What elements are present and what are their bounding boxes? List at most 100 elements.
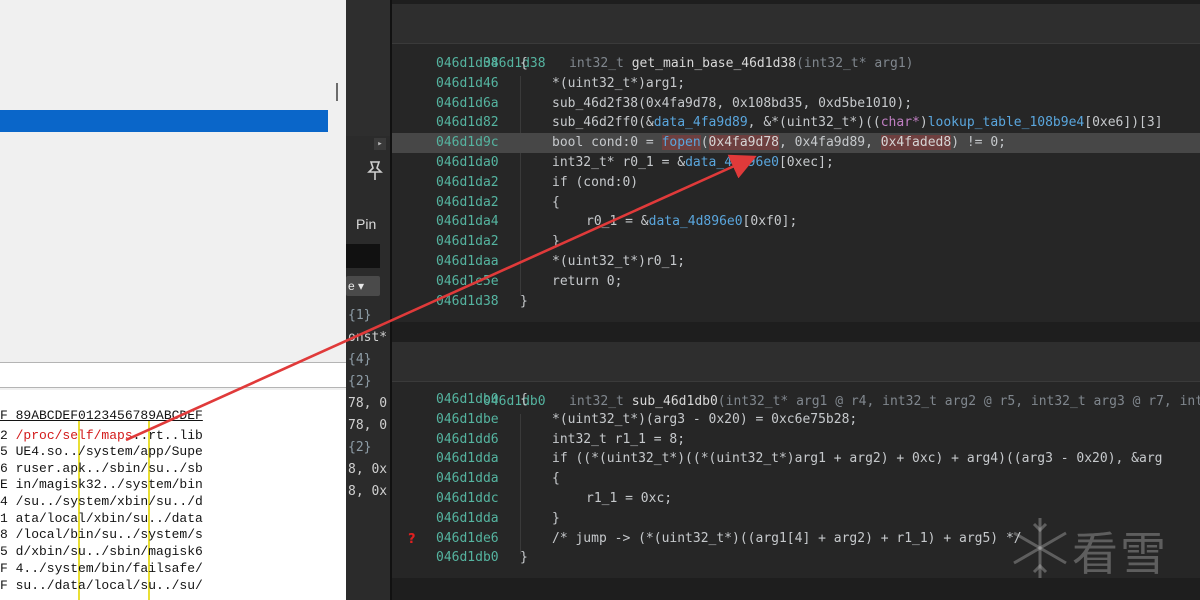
line-address[interactable]: 046d1d38 — [436, 54, 499, 74]
code-line[interactable]: 046d1dbe *(uint32_t*)(arg3 - 0x20) = 0xc6… — [392, 410, 1200, 430]
line-code[interactable]: *(uint32_t*)(arg3 - 0x20) = 0xc6e75b28; — [552, 410, 857, 430]
line-address[interactable]: 046d1d38 — [436, 292, 499, 312]
code-line[interactable]: 046d1d38} — [392, 292, 1200, 312]
line-address[interactable]: 046d1dda — [436, 449, 499, 469]
line-address[interactable]: 046d1ddc — [436, 489, 499, 509]
line-address[interactable]: 046d1da2 — [436, 193, 499, 213]
line-address[interactable]: 046d1da2 — [436, 173, 499, 193]
middle-code-fragment: {2} — [348, 440, 372, 455]
hex-row[interactable]: 2 /proc/self/maps..rt..lib — [0, 428, 346, 444]
middle-strip: ▸ — [346, 0, 390, 600]
line-code[interactable]: { — [520, 54, 528, 74]
line-address[interactable]: 046d1d46 — [436, 74, 499, 94]
hex-row[interactable]: F su../data/local/su../su/ — [0, 578, 346, 594]
line-address[interactable]: 046d1da2 — [436, 232, 499, 252]
function-signature: 046d1db0 int32_t sub_46d1db0(int32_t* ar… — [436, 342, 1200, 409]
line-code[interactable]: return 0; — [552, 272, 622, 292]
middle-dropdown[interactable]: e ▾ — [346, 276, 380, 296]
line-code[interactable]: r0_1 = &data_4d896e0[0xf0]; — [586, 212, 797, 232]
line-code[interactable]: sub_46d2ff0(&data_4fa9d89, &*(uint32_t*)… — [552, 113, 1163, 133]
current-code-line[interactable]: 046d1d9c bool cond:0 = fopen(0x4fa9d78, 0… — [392, 133, 1200, 154]
code-line[interactable]: 046d1dda if ((*(uint32_t*)((*(uint32_t*)a… — [392, 449, 1200, 469]
function-block-get-main-base: 046d1d38 int32_t get_main_base_46d1d38(i… — [392, 4, 1200, 322]
middle-code-fragment: onst* — [348, 330, 388, 345]
function-header[interactable]: 046d1d38 int32_t get_main_base_46d1d38(i… — [392, 4, 1200, 71]
line-code[interactable]: *(uint32_t*)r0_1; — [552, 252, 685, 272]
code-line[interactable]: 046d1daa *(uint32_t*)r0_1; — [392, 252, 1200, 272]
selected-list-row[interactable] — [0, 110, 328, 132]
pin-label[interactable]: Pin — [356, 216, 376, 232]
watermark-text: 看雪 — [1072, 527, 1168, 581]
hex-row[interactable]: 1 ata/local/xbin/su../data — [0, 511, 346, 527]
middle-code-fragment: 8, 0x — [348, 484, 388, 499]
code-line[interactable]: 046d1d38 { — [392, 54, 1200, 74]
code-line[interactable]: 046d1da2} — [392, 232, 1200, 252]
warning-question-icon[interactable]: ? — [408, 530, 416, 550]
line-code[interactable]: int32_t r1_1 = 8; — [552, 430, 685, 450]
line-address[interactable]: 046d1d9c — [436, 133, 499, 153]
line-address[interactable]: 046d1dda — [436, 469, 499, 489]
code-line[interactable]: 046d1dda { — [392, 469, 1200, 489]
code-line[interactable]: 046d1d46 *(uint32_t*)arg1; — [392, 74, 1200, 94]
line-code[interactable]: r1_1 = 0xc; — [586, 489, 672, 509]
hex-row[interactable]: E in/magisk32../system/bin — [0, 477, 346, 493]
line-address[interactable]: 046d1da0 — [436, 153, 499, 173]
line-address[interactable]: 046d1de6 — [436, 529, 499, 549]
line-code[interactable]: if ((*(uint32_t*)((*(uint32_t*)arg1 + ar… — [552, 449, 1162, 469]
hex-header-row[interactable]: F 89ABCDEF0123456789ABCDEF — [0, 408, 346, 424]
middle-code-fragment: {1} — [348, 308, 372, 323]
code-line[interactable]: 046d1da2 if (cond:0) — [392, 173, 1200, 193]
line-address[interactable]: 046d1dda — [436, 509, 499, 529]
line-code[interactable]: } — [520, 548, 528, 568]
middle-code-fragment: 8, 0x — [348, 462, 388, 477]
line-code[interactable]: { — [520, 390, 528, 410]
line-code[interactable]: } — [552, 509, 560, 529]
function-signature: 046d1d38 int32_t get_main_base_46d1d38(i… — [436, 4, 914, 71]
code-line[interactable]: 046d1d6a sub_46d2f38(0x4fa9d78, 0x108bd35… — [392, 94, 1200, 114]
line-code[interactable]: { — [552, 193, 560, 213]
left-panel: F 89ABCDEF0123456789ABCDEF 2 /proc/self/m… — [0, 0, 346, 600]
hex-row[interactable]: 5 UE4.so../system/app/Supe — [0, 444, 346, 460]
code-line[interactable]: 046d1ddc r1_1 = 0xc; — [392, 489, 1200, 509]
code-line[interactable]: 046d1db0 { — [392, 390, 1200, 410]
line-address[interactable]: 046d1db0 — [436, 548, 499, 568]
line-code[interactable]: } — [552, 232, 560, 252]
pin-icon[interactable] — [366, 160, 384, 182]
middle-code-fragment: {2} — [348, 374, 372, 389]
code-line[interactable]: 046d1da4 r0_1 = &data_4d896e0[0xf0]; — [392, 212, 1200, 232]
hex-row[interactable]: 5 d/xbin/su../sbin/magisk6 — [0, 544, 346, 560]
code-line[interactable]: 046d1dd6 int32_t r1_1 = 8; — [392, 430, 1200, 450]
code-line[interactable]: 046d1da2 { — [392, 193, 1200, 213]
line-code[interactable]: *(uint32_t*)arg1; — [552, 74, 685, 94]
middle-input-box[interactable] — [346, 244, 380, 268]
code-line[interactable]: 046d1d82 sub_46d2ff0(&data_4fa9d89, &*(ui… — [392, 113, 1200, 133]
middle-top-block — [346, 0, 390, 136]
line-code[interactable]: { — [552, 469, 560, 489]
function-header[interactable]: 046d1db0 int32_t sub_46d1db0(int32_t* ar… — [392, 342, 1200, 409]
line-code[interactable]: } — [520, 292, 528, 312]
middle-code-fragment: {4} — [348, 352, 372, 367]
hex-row[interactable]: 6 ruser.apk../sbin/su../sb — [0, 461, 346, 477]
line-code[interactable]: int32_t* r0_1 = &data_4d896e0[0xec]; — [552, 153, 834, 173]
hex-row[interactable]: 8 /local/bin/su../system/s — [0, 527, 346, 543]
code-line[interactable]: 046d1da0 int32_t* r0_1 = &data_4d896e0[0x… — [392, 153, 1200, 173]
hex-row[interactable]: 4 /su../system/xbin/su../d — [0, 494, 346, 510]
line-address[interactable]: 046d1daa — [436, 252, 499, 272]
line-code[interactable]: if (cond:0) — [552, 173, 638, 193]
line-address[interactable]: 046d1dd6 — [436, 430, 499, 450]
line-code[interactable]: /* jump -> (*(uint32_t*)((arg1[4] + arg2… — [552, 529, 1022, 549]
line-code[interactable]: bool cond:0 = fopen(0x4fa9d78, 0x4fa9d89… — [552, 133, 1006, 153]
scroll-right-arrow-icon[interactable]: ▸ — [374, 138, 386, 150]
line-address[interactable]: 046d1e5e — [436, 272, 499, 292]
middle-code-fragment: 78, 0 — [348, 396, 388, 411]
hex-row[interactable]: F 4../system/bin/failsafe/ — [0, 561, 346, 577]
scrollbar-thumb[interactable] — [336, 83, 338, 101]
middle-code-fragment: 78, 0 — [348, 418, 388, 433]
line-code[interactable]: sub_46d2f38(0x4fa9d78, 0x108bd35, 0xd5be… — [552, 94, 912, 114]
line-address[interactable]: 046d1dbe — [436, 410, 499, 430]
line-address[interactable]: 046d1d82 — [436, 113, 499, 133]
line-address[interactable]: 046d1d6a — [436, 94, 499, 114]
line-address[interactable]: 046d1db0 — [436, 390, 499, 410]
line-address[interactable]: 046d1da4 — [436, 212, 499, 232]
code-line[interactable]: 046d1e5e return 0; — [392, 272, 1200, 292]
